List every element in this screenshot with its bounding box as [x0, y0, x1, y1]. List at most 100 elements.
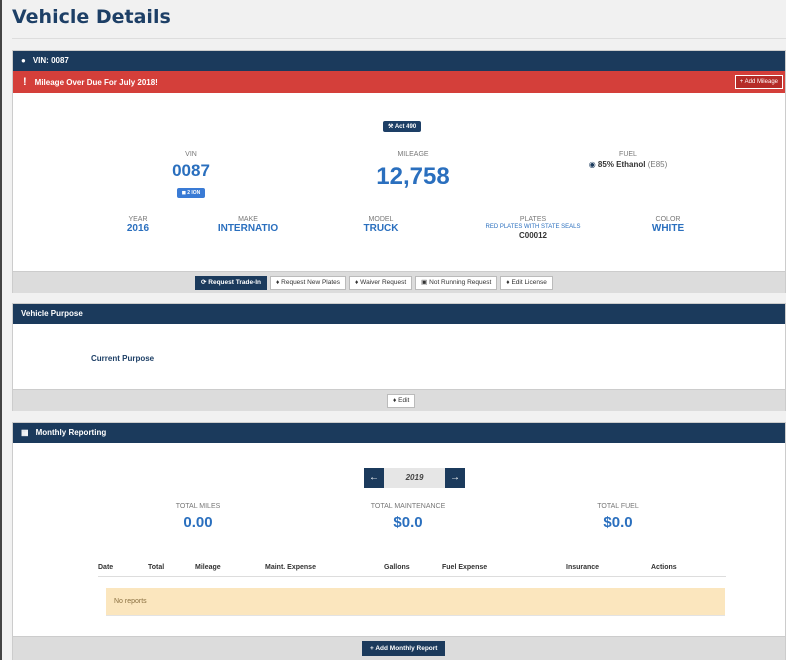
plates-stat: PLATES RED PLATES WITH STATE SEALS C0001… — [468, 216, 598, 240]
total-maintenance-stat: TOTAL MAINTENANCE $0.0 — [348, 503, 468, 531]
alert-message: Mileage Over Due For July 2018! — [34, 78, 158, 87]
model-value: TRUCK — [363, 223, 399, 234]
arrow-left-icon: ← — [369, 472, 379, 483]
title-divider — [12, 38, 786, 39]
exclamation-icon: ! — [23, 76, 27, 88]
total-maintenance-value: $0.0 — [393, 514, 423, 531]
edit-license-button[interactable]: ♦ Edit License — [500, 276, 553, 290]
year-stat: YEAR 2016 — [113, 216, 163, 234]
year-navigator: ← 2019 → — [364, 468, 465, 488]
add-monthly-report-button[interactable]: + Add Monthly Report — [362, 641, 446, 656]
next-year-button[interactable]: → — [445, 468, 465, 488]
column-header: Gallons — [384, 564, 442, 577]
total-miles-stat: TOTAL MILES 0.00 — [148, 503, 248, 531]
edit-license-label: Edit License — [511, 279, 547, 286]
color-stat: COLOR WHITE — [638, 216, 698, 234]
request-new-plates-button[interactable]: ♦ Request New Plates — [270, 276, 347, 290]
column-header: Insurance — [566, 564, 651, 577]
plates-label: PLATES — [519, 216, 547, 223]
total-miles-value: 0.00 — [183, 514, 213, 531]
monthly-reporting-header: ▦ Monthly Reporting — [13, 423, 785, 443]
current-year: 2019 — [384, 468, 445, 488]
make-value: INTERNATIO — [217, 223, 279, 234]
color-value: WHITE — [651, 223, 685, 234]
request-trade-in-button[interactable]: ⟳ Request Trade-In — [195, 276, 267, 290]
total-fuel-value: $0.0 — [603, 514, 633, 531]
vehicle-details-page: Vehicle Details ● VIN: 0087 ! Mileage Over… — [0, 0, 786, 660]
color-label: COLOR — [655, 216, 681, 223]
drop-icon: ◉ — [588, 160, 596, 169]
fuel-stat: FUEL ◉ 85% Ethanol (E85) — [568, 151, 688, 169]
total-fuel-label: TOTAL FUEL — [597, 503, 639, 510]
waiver-request-button[interactable]: ♦ Waiver Request — [349, 276, 413, 290]
edit-purpose-button[interactable]: ♦ Edit — [387, 394, 416, 408]
fuel-value: 85% Ethanol — [597, 160, 646, 169]
tag-icon: ♦ — [276, 279, 280, 286]
fuel-label: FUEL — [619, 151, 637, 158]
vin-header-label: VIN: 0087 — [32, 56, 69, 65]
request-trade-in-label: Request Trade-In — [208, 279, 261, 286]
plates-value: C00012 — [518, 231, 548, 240]
truck-icon: ▣ — [421, 279, 428, 286]
fuel-suffix: (E85) — [647, 160, 668, 169]
column-header: Date — [98, 564, 148, 577]
model-stat: MODEL TRUCK — [346, 216, 416, 234]
act-badge-label: Act 490 — [394, 124, 417, 130]
vehicle-actions-bar: ⟳ Request Trade-In ♦ Request New Plates … — [13, 271, 785, 293]
mileage-overdue-alert: ! Mileage Over Due For July 2018! + Add M… — [13, 71, 785, 93]
make-stat: MAKE INTERNATIO — [203, 216, 293, 234]
monthly-reporting-title: Monthly Reporting — [35, 428, 107, 437]
mileage-value: 12,758 — [376, 163, 450, 190]
total-maintenance-label: TOTAL MAINTENANCE — [370, 503, 446, 510]
total-miles-label: TOTAL MILES — [175, 503, 221, 510]
plates-type: RED PLATES WITH STATE SEALS — [485, 224, 581, 230]
vin-stat: VIN 0087 ◼ 2 ION — [156, 151, 226, 199]
vin-value: 0087 — [172, 161, 210, 180]
previous-year-button[interactable]: ← — [364, 468, 384, 488]
vehicle-purpose-header: Vehicle Purpose — [13, 304, 785, 324]
column-header: Actions — [651, 564, 726, 577]
page-title: Vehicle Details — [12, 6, 171, 28]
vin-header: ● VIN: 0087 — [13, 51, 785, 71]
calendar-icon: ▦ — [21, 428, 29, 437]
vehicle-actions: ⟳ Request Trade-In ♦ Request New Plates … — [195, 276, 553, 290]
vehicle-purpose-panel: Vehicle Purpose Current Purpose ♦ Edit — [12, 303, 786, 411]
make-label: MAKE — [238, 216, 258, 223]
column-header: Mileage — [195, 564, 265, 577]
year-value: 2016 — [126, 223, 150, 234]
vehicle-panel: ● VIN: 0087 ! Mileage Over Due For July 20… — [12, 50, 786, 293]
act-badge: ⚒ Act 490 — [383, 121, 422, 132]
monthly-actions: + Add Monthly Report — [362, 641, 446, 656]
vin-label: VIN — [185, 151, 197, 158]
tag-icon: ♦ — [506, 279, 510, 286]
wrench-icon: ⚒ — [388, 124, 394, 130]
mileage-stat: MILEAGE 12,758 — [353, 151, 473, 191]
model-label: MODEL — [368, 216, 394, 223]
total-fuel-stat: TOTAL FUEL $0.0 — [568, 503, 668, 531]
table-header-row: Date Total Mileage Maint. Expense Gallon… — [98, 564, 726, 577]
not-running-request-label: Not Running Request — [429, 279, 492, 286]
ion-badge: ◼ 2 ION — [176, 188, 206, 198]
year-label: YEAR — [128, 216, 148, 223]
edit-purpose-label: Edit — [398, 397, 410, 404]
table-bottom-rule — [106, 615, 725, 616]
tag-icon: ♦ — [355, 279, 359, 286]
mileage-label: MILEAGE — [397, 151, 429, 158]
waiver-request-label: Waiver Request — [360, 279, 407, 286]
not-running-request-button[interactable]: ▣ Not Running Request — [415, 276, 498, 290]
purpose-actions: ♦ Edit — [387, 394, 416, 408]
car-icon: ◼ — [181, 190, 186, 196]
add-mileage-button[interactable]: + Add Mileage — [734, 75, 783, 89]
monthly-actions-bar: + Add Monthly Report — [13, 636, 785, 660]
column-header: Fuel Expense — [442, 564, 566, 577]
monthly-report-table: Date Total Mileage Maint. Expense Gallon… — [98, 564, 726, 577]
fuel-value-row: ◉ 85% Ethanol (E85) — [568, 160, 688, 169]
request-new-plates-label: Request New Plates — [281, 279, 341, 286]
column-header: Maint. Expense — [265, 564, 384, 577]
tag-icon: ♦ — [393, 397, 397, 404]
info-icon: ● — [21, 56, 26, 65]
arrow-right-icon: → — [450, 472, 460, 483]
purpose-actions-bar: ♦ Edit — [13, 389, 785, 411]
ion-badge-label: 2 ION — [187, 190, 201, 196]
no-reports-message: No reports — [106, 588, 725, 615]
